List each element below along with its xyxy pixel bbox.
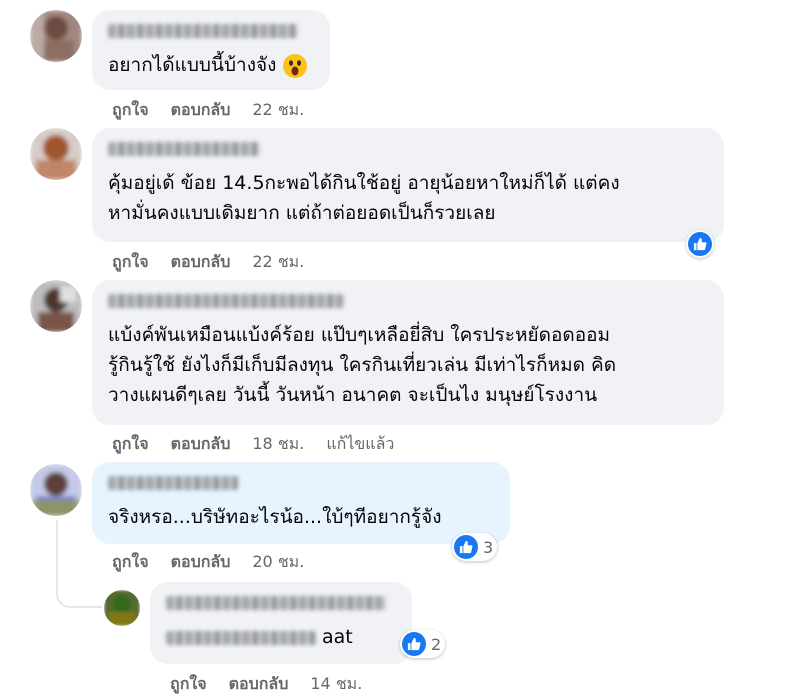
comment-bubble: แบ้งค์พันเหมือนแบ้งค์ร้อย แป๊บๆเหลือยี่ส… bbox=[92, 280, 724, 425]
avatar[interactable] bbox=[30, 464, 82, 516]
like-link[interactable]: ถูกใจ bbox=[112, 252, 149, 271]
reaction-summary[interactable]: 2 bbox=[400, 630, 446, 658]
reply-link[interactable]: ตอบกลับ bbox=[171, 100, 231, 119]
face-with-open-mouth-emoji bbox=[283, 53, 308, 78]
commenter-name[interactable] bbox=[108, 294, 344, 308]
avatar[interactable] bbox=[30, 10, 82, 62]
avatar[interactable] bbox=[104, 590, 140, 626]
comment-bubble: จริงหรอ...บริษัทอะไรน้อ...ใบ้ๆทีอยากรู้จ… bbox=[92, 462, 510, 544]
commenter-name[interactable] bbox=[108, 24, 298, 38]
reply-actions: ถูกใจ ตอบกลับ 14 ชม. bbox=[170, 672, 384, 697]
commenter-name[interactable] bbox=[166, 596, 386, 610]
timestamp[interactable]: 22 ชม. bbox=[252, 100, 304, 119]
edited-label[interactable]: แก้ไขแล้ว bbox=[326, 434, 394, 453]
comment-actions: ถูกใจ ตอบกลับ 22 ชม. bbox=[112, 250, 326, 275]
thread-connector bbox=[56, 560, 102, 608]
comment-text: จริงหรอ...บริษัทอะไรน้อ...ใบ้ๆทีอยากรู้จ… bbox=[108, 506, 442, 528]
timestamp[interactable]: 20 ชม. bbox=[252, 552, 304, 571]
comment-actions: ถูกใจ ตอบกลับ 18 ชม. แก้ไขแล้ว bbox=[112, 432, 416, 457]
comment-text: แบ้งค์พันเหมือนแบ้งค์ร้อย แป๊บๆเหลือยี่ส… bbox=[108, 324, 617, 406]
comment-actions: ถูกใจ ตอบกลับ 20 ชม. bbox=[112, 550, 326, 575]
like-link[interactable]: ถูกใจ bbox=[112, 434, 149, 453]
comment-actions: ถูกใจ ตอบกลับ 22 ชม. bbox=[112, 98, 326, 123]
like-icon bbox=[688, 232, 712, 256]
timestamp[interactable]: 14 ชม. bbox=[310, 674, 362, 693]
reaction-summary[interactable]: 3 bbox=[452, 533, 498, 561]
reaction-count: 2 bbox=[431, 634, 442, 654]
reaction-count: 3 bbox=[483, 537, 494, 557]
reply-link[interactable]: ตอบกลับ bbox=[171, 552, 231, 571]
timestamp[interactable]: 22 ชม. bbox=[252, 252, 304, 271]
comment-text: คุ้มอยู่เด้ ข้อย 14.5กะพอได้กินใช้อยู่ อ… bbox=[108, 172, 620, 224]
commenter-name[interactable] bbox=[108, 476, 238, 490]
avatar[interactable] bbox=[30, 280, 82, 332]
like-link[interactable]: ถูกใจ bbox=[170, 674, 207, 693]
timestamp[interactable]: 18 ชม. bbox=[252, 434, 304, 453]
reply-link[interactable]: ตอบกลับ bbox=[229, 674, 289, 693]
tagged-name[interactable] bbox=[166, 630, 316, 645]
reply-bubble: aat bbox=[150, 582, 412, 664]
reaction-summary[interactable] bbox=[686, 230, 714, 258]
comment-text: aat bbox=[166, 622, 396, 652]
comment-bubble: คุ้มอยู่เด้ ข้อย 14.5กะพอได้กินใช้อยู่ อ… bbox=[92, 128, 724, 242]
reply-link[interactable]: ตอบกลับ bbox=[171, 434, 231, 453]
commenter-name[interactable] bbox=[108, 142, 260, 156]
like-icon bbox=[402, 632, 426, 656]
like-icon bbox=[454, 535, 478, 559]
comment-text: อยากได้แบบนี้บ้างจัง bbox=[108, 50, 314, 80]
reply-link[interactable]: ตอบกลับ bbox=[171, 252, 231, 271]
comment-bubble: อยากได้แบบนี้บ้างจัง bbox=[92, 10, 330, 90]
like-link[interactable]: ถูกใจ bbox=[112, 100, 149, 119]
avatar[interactable] bbox=[30, 128, 82, 180]
like-link[interactable]: ถูกใจ bbox=[112, 552, 149, 571]
